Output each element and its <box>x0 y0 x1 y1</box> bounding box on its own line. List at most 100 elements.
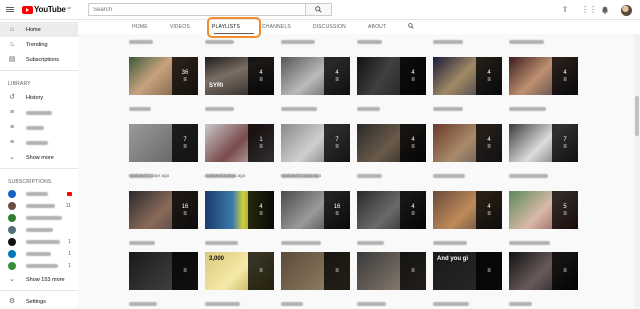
tab-about[interactable]: ABOUT <box>368 24 386 30</box>
playlist-card[interactable]: 4 ≡ <box>357 124 426 178</box>
playlist-title[interactable] <box>357 293 426 306</box>
playlist-card[interactable]: 3,000 ≡ <box>205 252 274 306</box>
upload-icon[interactable]: ⇪ <box>561 6 569 14</box>
playlist-card[interactable]: 7≡Updated 2 days ago <box>281 124 350 178</box>
apps-icon[interactable]: ⋮⋮ <box>581 6 597 14</box>
playlist-thumbnail[interactable]: SYRI 4 ≡ <box>205 57 274 95</box>
playlist-title[interactable] <box>357 98 426 111</box>
playlist-title[interactable] <box>509 98 578 111</box>
playlist-thumbnail[interactable]: 4 ≡ <box>357 57 426 95</box>
sidebar-item-blurred-playlist[interactable]: ≡ <box>0 135 78 150</box>
playlist-card[interactable]: 4 ≡ <box>205 191 274 245</box>
playlist-thumbnail[interactable]: 7 ≡ <box>509 124 578 162</box>
playlist-card[interactable]: 36 ≡ <box>129 57 198 111</box>
youtube-logo[interactable]: YouTube GB <box>22 0 71 20</box>
menu-icon[interactable] <box>0 0 20 20</box>
sidebar-item-history[interactable]: ↺ History <box>0 90 78 105</box>
playlist-thumbnail[interactable]: 4 ≡ <box>205 191 274 229</box>
tab-home[interactable]: HOME <box>132 24 148 30</box>
subscription-item[interactable]: 1 <box>0 260 78 272</box>
playlist-thumbnail[interactable]: 4 ≡ <box>433 124 502 162</box>
playlist-title[interactable] <box>433 165 502 178</box>
playlist-title[interactable] <box>357 165 426 178</box>
tab-channels[interactable]: CHANNELS <box>262 24 291 30</box>
subscription-item[interactable] <box>0 212 78 224</box>
playlist-thumbnail[interactable]: 16 ≡ <box>129 191 198 229</box>
playlist-thumbnail[interactable]: ≡ <box>129 252 198 290</box>
playlist-card[interactable]: 7≡Updated 2 days ago <box>129 124 198 178</box>
bell-icon[interactable] <box>601 6 609 14</box>
account-avatar[interactable] <box>621 4 632 16</box>
playlist-thumbnail[interactable]: 1 ≡ <box>205 124 274 162</box>
playlist-title[interactable] <box>129 98 198 111</box>
playlist-card[interactable]: 4 ≡ <box>433 191 502 245</box>
playlist-card[interactable]: 4 ≡ <box>357 191 426 245</box>
playlist-title[interactable] <box>205 98 274 111</box>
playlist-thumbnail[interactable]: 7 ≡ <box>281 124 350 162</box>
playlist-title[interactable] <box>129 165 198 178</box>
playlist-title[interactable] <box>129 293 198 306</box>
show-more-subscriptions-button[interactable]: ⌄ Show 153 more <box>0 272 78 287</box>
playlist-thumbnail[interactable]: And you gi ≡ <box>433 252 502 290</box>
sidebar-item-trending[interactable]: ♨ Trending <box>0 37 78 52</box>
playlist-card[interactable]: And you gi ≡ <box>433 252 502 306</box>
tab-discussion[interactable]: DISCUSSION <box>313 24 346 30</box>
playlist-title[interactable] <box>205 165 274 178</box>
playlist-card[interactable]: ≡ <box>129 252 198 306</box>
playlist-card[interactable]: SYRI 4 ≡ <box>205 57 274 111</box>
tab-videos[interactable]: VIDEOS <box>170 24 190 30</box>
show-more-button[interactable]: ⌄ Show more <box>0 150 78 165</box>
playlist-thumbnail[interactable]: 4 ≡ <box>433 191 502 229</box>
playlist-card[interactable]: 4 ≡ <box>357 57 426 111</box>
search-button[interactable] <box>306 3 332 16</box>
playlist-card[interactable]: 4 ≡ <box>281 57 350 111</box>
playlist-title[interactable] <box>205 232 274 245</box>
playlist-title[interactable] <box>433 293 502 306</box>
scrollbar[interactable] <box>634 34 640 307</box>
playlist-title[interactable] <box>509 232 578 245</box>
playlist-thumbnail[interactable]: ≡ <box>281 252 350 290</box>
playlist-thumbnail[interactable]: 4 ≡ <box>281 57 350 95</box>
subscription-item[interactable]: 1 <box>0 248 78 260</box>
playlist-thumbnail[interactable]: ≡ <box>509 252 578 290</box>
playlist-thumbnail[interactable]: 4 ≡ <box>357 124 426 162</box>
playlist-title[interactable] <box>129 232 198 245</box>
playlist-card[interactable]: 16 ≡ <box>129 191 198 245</box>
sidebar-item-subscriptions[interactable]: ▤ Subscriptions <box>0 52 78 67</box>
subscription-item[interactable] <box>0 224 78 236</box>
playlist-title[interactable] <box>357 232 426 245</box>
playlist-card[interactable]: 4 ≡ <box>433 57 502 111</box>
playlist-card[interactable]: 1≡Updated 2 days ago <box>205 124 274 178</box>
playlist-card[interactable]: 16 ≡ <box>281 191 350 245</box>
playlist-thumbnail[interactable]: 16 ≡ <box>281 191 350 229</box>
playlist-title[interactable] <box>281 98 350 111</box>
playlist-thumbnail[interactable]: 36 ≡ <box>129 57 198 95</box>
channel-search-icon[interactable] <box>408 23 414 31</box>
playlist-thumbnail[interactable]: 4 ≡ <box>509 57 578 95</box>
playlist-title[interactable] <box>281 293 350 306</box>
playlist-card[interactable]: ≡ <box>281 252 350 306</box>
playlist-card[interactable]: 4 ≡ <box>433 124 502 178</box>
playlist-title[interactable] <box>205 293 274 306</box>
playlist-title[interactable] <box>509 293 578 306</box>
playlist-thumbnail[interactable]: 4 ≡ <box>357 191 426 229</box>
scrollbar-thumb[interactable] <box>635 96 639 136</box>
sidebar-item-blurred-playlist[interactable]: ≡ <box>0 105 78 120</box>
playlist-card[interactable]: ≡ <box>357 252 426 306</box>
subscription-item[interactable]: 11 <box>0 200 78 212</box>
playlist-thumbnail[interactable]: ≡ <box>357 252 426 290</box>
subscription-item[interactable]: 1 <box>0 236 78 248</box>
playlist-card[interactable]: 4 ≡ <box>509 57 578 111</box>
sidebar-item-blurred-playlist[interactable]: ≡ <box>0 120 78 135</box>
playlist-title[interactable] <box>281 232 350 245</box>
playlist-thumbnail[interactable]: 7 ≡ <box>129 124 198 162</box>
playlist-card[interactable]: 7 ≡ <box>509 124 578 178</box>
playlist-card[interactable]: 5 ≡ <box>509 191 578 245</box>
playlist-card[interactable]: ≡ <box>509 252 578 306</box>
playlist-title[interactable] <box>281 165 350 178</box>
sidebar-item-home[interactable]: ⌂ Home <box>0 22 78 37</box>
subscription-item[interactable] <box>0 188 78 200</box>
playlist-thumbnail[interactable]: 4 ≡ <box>433 57 502 95</box>
playlist-title[interactable] <box>433 232 502 245</box>
playlist-thumbnail[interactable]: 3,000 ≡ <box>205 252 274 290</box>
